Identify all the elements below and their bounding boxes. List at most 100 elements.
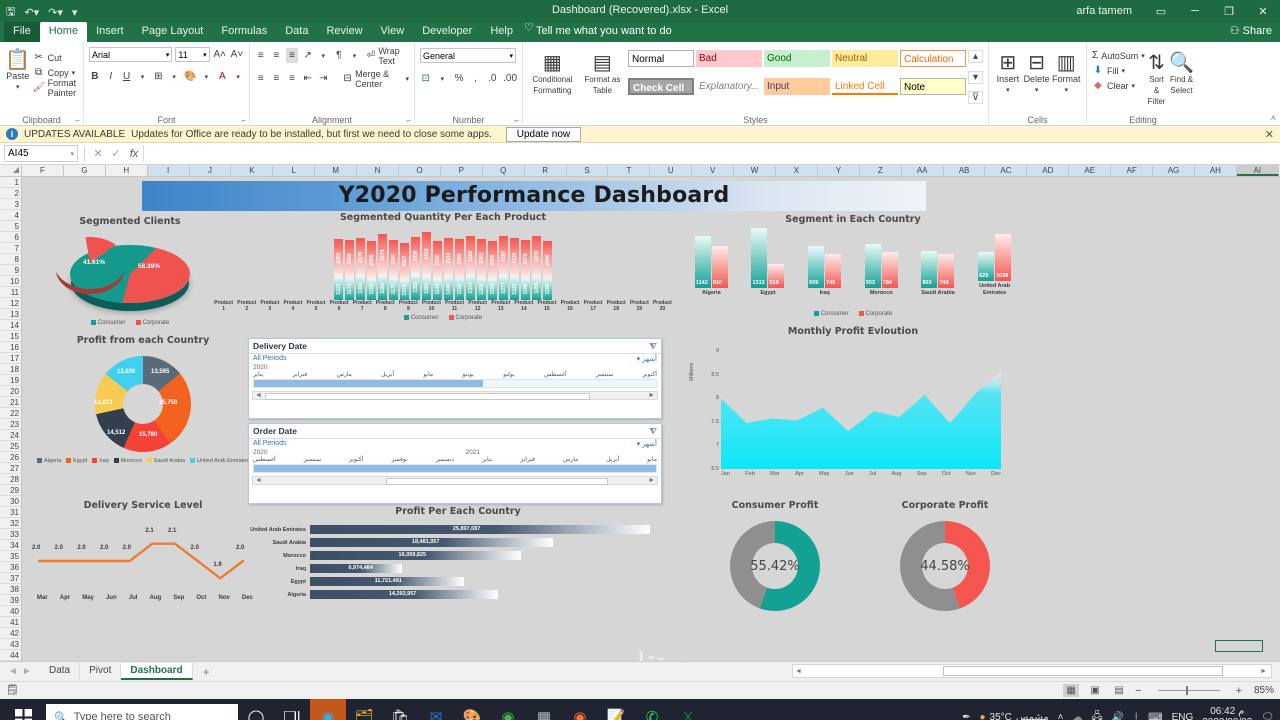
normal-view-icon[interactable]: ▦: [1063, 684, 1080, 697]
file-explorer-icon[interactable]: 🗂: [346, 699, 382, 720]
chart-segmented-clients[interactable]: Segmented Clients 41.61% 58.39% Consumer…: [25, 216, 235, 326]
tab-formulas[interactable]: Formulas: [212, 22, 276, 42]
keyboard-icon[interactable]: ⌨: [1148, 712, 1162, 720]
font-dialog-launcher[interactable]: ⌐: [241, 116, 246, 125]
prev-sheet-icon[interactable]: ◄: [6, 666, 20, 677]
select-all-button[interactable]: ◢: [0, 165, 22, 176]
percent-style-icon[interactable]: %: [453, 71, 465, 86]
cancel-entry-icon[interactable]: ✕: [89, 147, 107, 160]
slicer-selected-range[interactable]: [254, 465, 656, 472]
row-header-3[interactable]: 3: [0, 199, 21, 210]
font-size-select[interactable]: 11 ▾: [175, 47, 210, 62]
row-header-36[interactable]: 36: [0, 562, 21, 573]
row-header-17[interactable]: 17: [0, 353, 21, 364]
styles-scroll-up-button[interactable]: ▴: [968, 50, 983, 63]
row-header-9[interactable]: 9: [0, 265, 21, 276]
slicer-month[interactable]: فبراير: [520, 456, 535, 463]
chart-profit-each-country[interactable]: Profit from each Country 13,595 25,750 1…: [23, 335, 263, 495]
column-header-N[interactable]: N: [357, 165, 400, 176]
column-header-AE[interactable]: AE: [1069, 165, 1112, 176]
chart-corporate-profit[interactable]: Corporate Profit 44.58%: [865, 500, 1025, 630]
column-header-AB[interactable]: AB: [943, 165, 986, 176]
row-header-37[interactable]: 37: [0, 573, 21, 584]
scroll-thumb[interactable]: [386, 478, 608, 485]
row-header-23[interactable]: 23: [0, 419, 21, 430]
cell-style-input[interactable]: Input: [764, 78, 830, 95]
zoom-level[interactable]: 85%: [1250, 685, 1274, 696]
slicer-period[interactable]: All Periods: [253, 355, 286, 363]
clock[interactable]: 06:42 م 2023/09/03: [1202, 706, 1252, 720]
scroll-right-icon[interactable]: ►: [648, 392, 657, 399]
bold-button[interactable]: B: [89, 69, 101, 84]
row-header-30[interactable]: 30: [0, 496, 21, 507]
decrease-font-size-button[interactable]: A˅: [230, 47, 244, 62]
close-button[interactable]: ✕: [1246, 0, 1280, 22]
chevron-down-icon[interactable]: ▾: [437, 71, 449, 86]
collapse-ribbon-button[interactable]: ˄: [1271, 113, 1276, 123]
column-header-X[interactable]: X: [776, 165, 818, 176]
increase-decimal-icon[interactable]: .0: [487, 71, 499, 86]
slicer-month[interactable]: فبراير: [293, 371, 308, 378]
network-icon[interactable]: 🖧: [1092, 709, 1103, 720]
page-break-icon[interactable]: ▤: [1111, 684, 1127, 697]
fill-button[interactable]: ⬇ Fill ▾: [1092, 63, 1144, 78]
chart-delivery-service-level[interactable]: Delivery Service Level 2.0 2.0 2.0 2.0 2.0 2.…: [23, 500, 263, 622]
slicer-month[interactable]: سبتمبر: [304, 456, 321, 463]
underline-button[interactable]: U: [121, 69, 133, 84]
notes-icon[interactable]: 📝: [598, 699, 634, 720]
slicer-order-date[interactable]: Order Date ⧨ All Periods ▾ أشهر 2020 202…: [248, 423, 662, 504]
clear-filter-icon[interactable]: ⧨: [649, 341, 657, 352]
row-header-42[interactable]: 42: [0, 628, 21, 639]
cell-style-linked-cell[interactable]: Linked Cell: [832, 78, 898, 95]
column-header-L[interactable]: L: [273, 165, 316, 176]
row-header-7[interactable]: 7: [0, 243, 21, 254]
firefox-icon[interactable]: ◉: [562, 699, 598, 720]
slicer-timeline-track[interactable]: [253, 379, 657, 388]
clipboard-dialog-launcher[interactable]: ⌐: [75, 116, 80, 125]
merge-center-button[interactable]: ⊟ Merge & Center ▾: [343, 69, 409, 89]
row-header-32[interactable]: 32: [0, 518, 21, 529]
slicer-timeline-track[interactable]: [253, 464, 657, 473]
slicer-level[interactable]: ▾ أشهر: [637, 355, 657, 363]
row-header-21[interactable]: 21: [0, 397, 21, 408]
slicer-scrollbar[interactable]: ◄ ►: [252, 476, 658, 485]
cut-button[interactable]: ✂ Cut: [33, 50, 78, 65]
bluetooth-icon[interactable]: ᚽ: [1133, 712, 1139, 720]
column-header-J[interactable]: J: [189, 165, 232, 176]
align-left-icon[interactable]: ≡: [255, 71, 267, 86]
horizontal-scrollbar[interactable]: ◄ ►: [792, 664, 1272, 678]
zoom-out-button[interactable]: −: [1135, 685, 1141, 697]
update-now-button[interactable]: Update now: [505, 126, 582, 142]
row-header-26[interactable]: 26: [0, 452, 21, 463]
confirm-entry-icon[interactable]: ✓: [107, 147, 125, 160]
find-select-button[interactable]: 🔍 Find & Select: [1169, 48, 1194, 107]
column-header-K[interactable]: K: [231, 165, 274, 176]
column-header-T[interactable]: T: [608, 165, 651, 176]
row-header-28[interactable]: 28: [0, 474, 21, 485]
column-header-H[interactable]: H: [106, 165, 148, 176]
column-header-F[interactable]: F: [22, 165, 64, 176]
row-header-15[interactable]: 15: [0, 331, 21, 342]
scroll-left-icon[interactable]: ◄: [253, 477, 262, 484]
row-header-12[interactable]: 12: [0, 298, 21, 309]
account-name[interactable]: arfa tamem: [1076, 5, 1132, 17]
whatsapp-icon[interactable]: ✆49: [634, 699, 670, 720]
paste-button[interactable]: 📋 Paste ▾: [5, 45, 31, 95]
next-sheet-icon[interactable]: ►: [20, 666, 34, 677]
row-header-39[interactable]: 39: [0, 595, 21, 606]
column-header-W[interactable]: W: [734, 165, 777, 176]
increase-font-size-button[interactable]: A˄: [213, 47, 227, 62]
format-cells-button[interactable]: ▥ Format ▾: [1051, 48, 1081, 96]
cell-style-neutral[interactable]: Neutral: [832, 50, 898, 67]
scroll-thumb[interactable]: [943, 666, 1223, 676]
fill-color-icon[interactable]: 🎨: [184, 69, 196, 84]
page-layout-icon[interactable]: ▣: [1087, 684, 1103, 697]
insert-cells-button[interactable]: ⊞ Insert ▾: [994, 48, 1022, 96]
slicer-month[interactable]: أكتوبر: [349, 456, 363, 463]
slicer-month[interactable]: أبريل: [381, 371, 394, 378]
scroll-left-icon[interactable]: ◄: [793, 668, 802, 675]
row-header-41[interactable]: 41: [0, 617, 21, 628]
slicer-month[interactable]: سبتمبر: [596, 371, 613, 378]
align-bottom-icon[interactable]: ≡: [286, 48, 298, 63]
row-header-8[interactable]: 8: [0, 254, 21, 265]
